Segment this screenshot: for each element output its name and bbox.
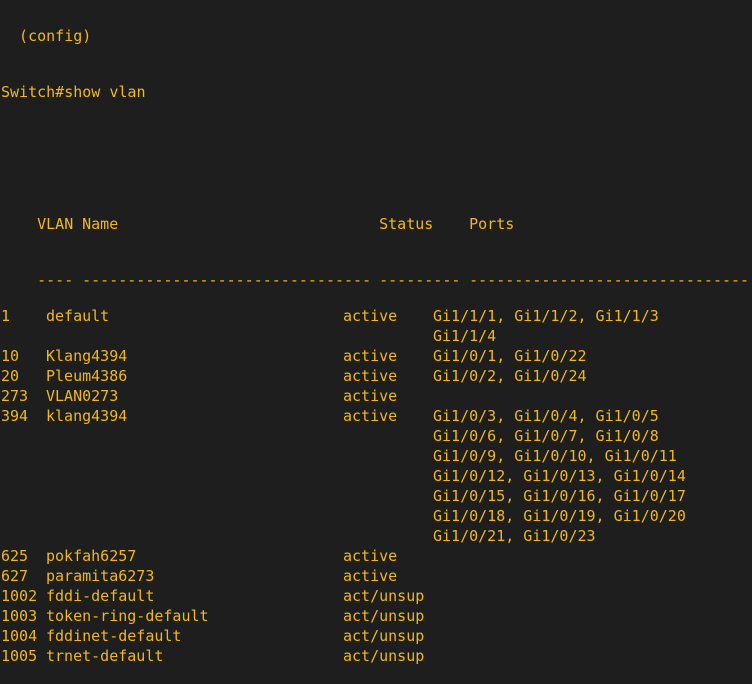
- vlan-id: 394: [1, 407, 29, 425]
- vlan-id: 627: [1, 567, 29, 585]
- table-header: VLAN Name Status Ports: [1, 194, 749, 233]
- vlan-ports: Gi1/0/15, Gi1/0/16, Gi1/0/17: [433, 487, 686, 505]
- table-row: Gi1/0/6, Gi1/0/7, Gi1/0/8: [1, 426, 749, 446]
- vlan-status: act/unsup: [343, 627, 425, 645]
- vlan-status: act/unsup: [343, 587, 425, 605]
- table-row: 1 default active Gi1/1/1, Gi1/1/2, Gi1/1/3: [1, 306, 749, 326]
- vlan-name: paramita6273: [46, 567, 155, 585]
- table-row: 1005 trnet-default act/unsup: [1, 646, 749, 666]
- table-row: 1002 fddi-default act/unsup: [1, 586, 749, 606]
- vlan-status: active: [343, 307, 398, 325]
- vlan-id: 273: [1, 387, 29, 405]
- table-row: 394 klang4394 active Gi1/0/3, Gi1/0/4, Gi1/…: [1, 406, 749, 426]
- vlan-status: act/unsup: [343, 607, 425, 625]
- header-status: Status: [379, 215, 434, 233]
- vlan-id: 1003: [1, 607, 38, 625]
- table-row: 10 Klang4394 active Gi1/0/1, Gi1/0/22: [1, 346, 749, 366]
- table-row: Gi1/0/18, Gi1/0/19, Gi1/0/20: [1, 506, 749, 526]
- table-row: Gi1/1/4: [1, 326, 749, 346]
- separator-name: --------------------------------: [82, 271, 372, 289]
- vlan-status: active: [343, 407, 398, 425]
- table-row: 1003 token-ring-default act/unsup: [1, 606, 749, 626]
- table-row: Gi1/0/21, Gi1/0/23: [1, 526, 749, 546]
- vlan-status: active: [343, 567, 398, 585]
- vlan-status: active: [343, 347, 398, 365]
- vlan-status: act/unsup: [343, 647, 425, 665]
- vlan-status: active: [343, 387, 398, 405]
- vlan-ports: Gi1/0/12, Gi1/0/13, Gi1/0/14: [433, 467, 686, 485]
- table-row: Gi1/0/9, Gi1/0/10, Gi1/0/11: [1, 446, 749, 466]
- table-row: Gi1/0/12, Gi1/0/13, Gi1/0/14: [1, 466, 749, 486]
- vlan-name: trnet-default: [46, 647, 164, 665]
- vlan-ports: Gi1/0/18, Gi1/0/19, Gi1/0/20: [433, 507, 686, 525]
- separator-ports: -------------------------------: [469, 271, 750, 289]
- vlan-id: 625: [1, 547, 29, 565]
- vlan-name: Klang4394: [46, 347, 128, 365]
- vlan-name: token-ring-default: [46, 607, 209, 625]
- vlan-ports: Gi1/0/21, Gi1/0/23: [433, 527, 596, 545]
- vlan-ports: Gi1/0/2, Gi1/0/24: [433, 367, 587, 385]
- vlan-name: fddi-default: [46, 587, 155, 605]
- header-ports: Ports: [469, 215, 515, 233]
- vlan-name: default: [46, 307, 110, 325]
- header-name: Name: [82, 215, 119, 233]
- separator-status: ---------: [379, 271, 461, 289]
- vlan-ports: Gi1/1/1, Gi1/1/2, Gi1/1/3: [433, 307, 659, 325]
- table-row: 627 paramita6273 active: [1, 566, 749, 586]
- table-row: 1004 fddinet-default act/unsup: [1, 626, 749, 646]
- vlan-id: 20: [1, 367, 20, 385]
- table-separator: ---- -------------------------------- ----…: [1, 250, 749, 289]
- command-prompt: Switch#show vlan: [1, 83, 146, 101]
- table-row: 273 VLAN0273 active: [1, 386, 749, 406]
- vlan-name: VLAN0273: [46, 387, 119, 405]
- vlan-name: pokfah6257: [46, 547, 137, 565]
- vlan-ports: Gi1/0/3, Gi1/0/4, Gi1/0/5: [433, 407, 659, 425]
- terminal-output: (config) Switch#show vlan VLAN Name Status…: [1, 0, 749, 684]
- table-row: 20 Pleum4386 active Gi1/0/2, Gi1/0/24: [1, 366, 749, 386]
- table-row: 625 pokfah6257 active: [1, 546, 749, 566]
- vlan-ports: Gi1/0/6, Gi1/0/7, Gi1/0/8: [433, 427, 659, 445]
- vlan-status: active: [343, 547, 398, 565]
- vlan-ports: Gi1/1/4: [433, 327, 497, 345]
- vlan-id: 1004: [1, 627, 38, 645]
- vlan-name: klang4394: [46, 407, 128, 425]
- vlan-id: 10: [1, 347, 20, 365]
- separator-vlan: ----: [37, 271, 74, 289]
- vlan-name: fddinet-default: [46, 627, 182, 645]
- partial-previous-line: (config): [1, 27, 92, 45]
- vlan-ports: Gi1/0/1, Gi1/0/22: [433, 347, 587, 365]
- table-row: Gi1/0/15, Gi1/0/16, Gi1/0/17: [1, 486, 749, 506]
- vlan-status: active: [343, 367, 398, 385]
- header-vlan: VLAN: [37, 215, 74, 233]
- vlan-name: Pleum4386: [46, 367, 128, 385]
- vlan-ports: Gi1/0/9, Gi1/0/10, Gi1/0/11: [433, 447, 677, 465]
- vlan-id: 1: [1, 307, 11, 325]
- vlan-id: 1005: [1, 647, 38, 665]
- vlan-table-body: 1 default active Gi1/1/1, Gi1/1/2, Gi1/1/3 G…: [1, 306, 749, 666]
- vlan-id: 1002: [1, 587, 38, 605]
